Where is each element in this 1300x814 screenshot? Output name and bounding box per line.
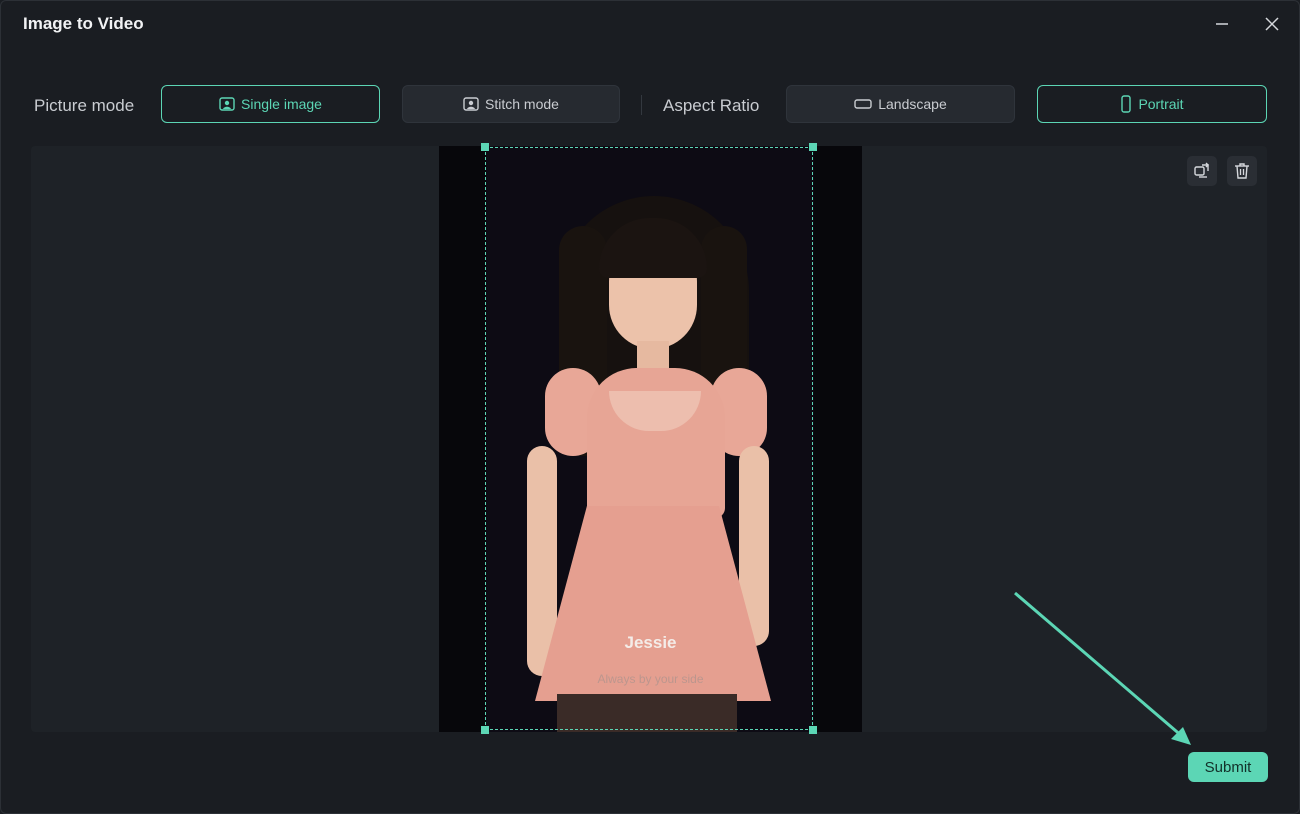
stitch-mode-label: Stitch mode — [485, 96, 559, 112]
title-bar: Image to Video — [1, 1, 1299, 47]
crop-frame[interactable] — [481, 143, 817, 734]
aspect-ratio-label: Aspect Ratio — [663, 96, 760, 115]
crop-handle-bottom-right[interactable] — [809, 726, 817, 734]
landscape-button[interactable]: Landscape — [786, 85, 1015, 123]
crop-handle-top-right[interactable] — [809, 143, 817, 151]
crop-handle-bottom-left[interactable] — [481, 726, 489, 734]
portrait-icon — [1121, 95, 1132, 113]
stitch-mode-button[interactable]: Stitch mode — [402, 85, 620, 123]
portrait-label: Portrait — [1138, 96, 1184, 112]
replace-image-button[interactable] — [1187, 156, 1217, 186]
delete-icon — [1235, 163, 1249, 179]
single-image-label: Single image — [241, 96, 322, 112]
close-icon — [1265, 17, 1279, 31]
replace-image-icon — [1194, 162, 1209, 178]
person-icon — [463, 97, 479, 111]
image-to-video-dialog: Image to Video Picture mode Single image… — [0, 0, 1300, 814]
close-button[interactable] — [1259, 11, 1285, 37]
delete-image-button[interactable] — [1227, 156, 1257, 186]
landscape-label: Landscape — [878, 96, 947, 112]
submit-button[interactable]: Submit — [1188, 752, 1268, 782]
minimize-icon — [1216, 23, 1228, 25]
toolbar-divider — [641, 95, 642, 115]
dialog-title: Image to Video — [23, 14, 144, 33]
mode-toolbar: Picture mode Single image Stitch mode As… — [1, 85, 1299, 125]
portrait-button[interactable]: Portrait — [1037, 85, 1267, 123]
minimize-button[interactable] — [1209, 11, 1235, 37]
preview-canvas: Jessie Always by your side — [31, 143, 1267, 734]
crop-handle-top-left[interactable] — [481, 143, 489, 151]
single-image-button[interactable]: Single image — [161, 85, 380, 123]
picture-mode-label: Picture mode — [34, 96, 135, 115]
person-icon — [219, 97, 235, 111]
landscape-icon — [854, 99, 872, 109]
